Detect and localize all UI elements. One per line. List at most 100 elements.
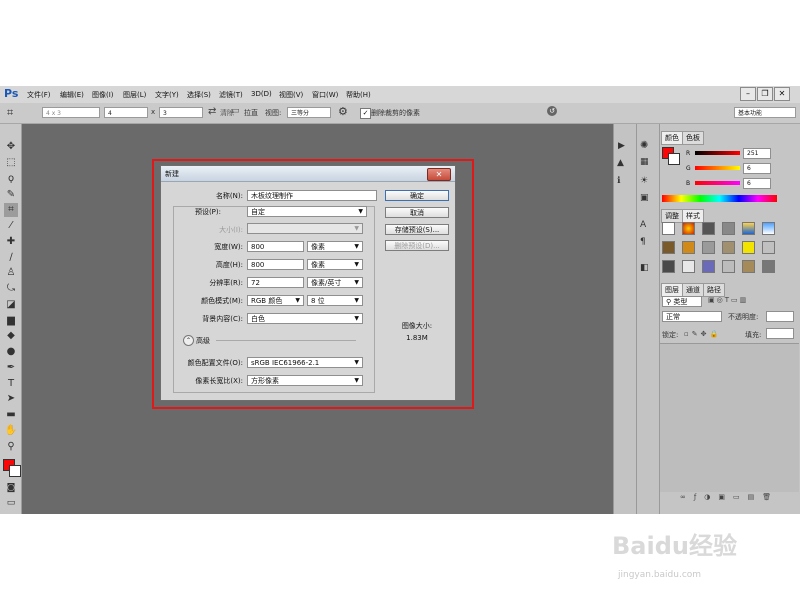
path-select-tool-icon[interactable]: ➤ xyxy=(4,392,18,406)
opacity-field[interactable] xyxy=(766,311,794,322)
style-swatch[interactable] xyxy=(762,260,775,273)
hand-tool-icon[interactable]: ✋ xyxy=(4,424,18,438)
adjust-panel-icon[interactable]: ☀ xyxy=(640,176,648,186)
move-tool-icon[interactable]: ✥ xyxy=(4,140,18,154)
menu-image[interactable]: 图像(I) xyxy=(92,90,114,100)
fill-field[interactable] xyxy=(766,328,794,339)
ratio-select[interactable]: 4 x 3 xyxy=(42,107,100,118)
ratio-width-field[interactable]: 4 xyxy=(104,107,148,118)
gear-icon[interactable]: ⚙ xyxy=(338,105,348,118)
style-swatch[interactable] xyxy=(682,222,695,235)
pixel-aspect-select[interactable]: 方形像素 ▼ xyxy=(247,375,363,386)
g-value-field[interactable]: 6 xyxy=(743,163,771,174)
restore-button[interactable]: ❐ xyxy=(757,87,773,101)
swap-icon[interactable]: ⇄ xyxy=(208,106,216,117)
tab-paths[interactable]: 路径 xyxy=(703,283,725,297)
style-swatch[interactable] xyxy=(682,241,695,254)
width-unit-select[interactable]: 像素 ▼ xyxy=(307,241,363,252)
height-input[interactable]: 800 xyxy=(247,259,304,270)
style-swatch[interactable] xyxy=(662,222,675,235)
g-slider[interactable] xyxy=(695,166,740,170)
menu-select[interactable]: 选择(S) xyxy=(187,90,211,100)
style-swatch[interactable] xyxy=(742,241,755,254)
straighten-icon[interactable]: ▭ xyxy=(231,106,240,116)
dialog-close-button[interactable]: ✕ xyxy=(427,168,451,181)
lock-icons[interactable]: ▫✎✥🔒 xyxy=(684,330,721,338)
style-swatch[interactable] xyxy=(702,222,715,235)
quick-select-tool-icon[interactable]: ✎ xyxy=(4,188,18,202)
history-brush-tool-icon[interactable]: ⤿ xyxy=(4,282,18,296)
resolution-input[interactable]: 72 xyxy=(247,277,304,288)
menu-edit[interactable]: 编辑(E) xyxy=(60,90,84,100)
crop-tool-icon[interactable]: ⌗ xyxy=(4,203,18,217)
style-swatch[interactable] xyxy=(702,260,715,273)
layer-comp-icon[interactable]: ◧ xyxy=(640,263,649,273)
eyedropper-tool-icon[interactable]: ⁄ xyxy=(4,219,18,233)
width-input[interactable]: 800 xyxy=(247,241,304,252)
ratio-height-field[interactable]: 3 xyxy=(159,107,203,118)
preset-select[interactable]: 自定 ▼ xyxy=(247,206,367,217)
screen-mode-icon[interactable]: ▭ xyxy=(4,496,18,510)
histogram-icon[interactable]: ▲ xyxy=(617,158,624,168)
menu-file[interactable]: 文件(F) xyxy=(27,90,51,100)
tab-channels[interactable]: 通道 xyxy=(682,283,704,297)
resolution-unit-select[interactable]: 像素/英寸 ▼ xyxy=(307,277,363,288)
quick-mask-icon[interactable]: ◙ xyxy=(4,481,18,495)
close-button[interactable]: ✕ xyxy=(774,87,790,101)
pen-tool-icon[interactable]: ✒ xyxy=(4,361,18,375)
dodge-tool-icon[interactable]: ● xyxy=(4,345,18,359)
ok-button[interactable]: 确定 xyxy=(385,190,449,201)
stamp-tool-icon[interactable]: ♙ xyxy=(4,266,18,280)
workspace-select[interactable]: 基本功能 xyxy=(734,107,796,118)
layer-kind-filter[interactable]: ⚲ 类型 xyxy=(662,296,702,307)
style-swatch[interactable] xyxy=(762,241,775,254)
gradient-tool-icon[interactable]: ▆ xyxy=(4,314,18,328)
b-slider[interactable] xyxy=(695,181,740,185)
style-swatch[interactable] xyxy=(662,260,675,273)
color-profile-select[interactable]: sRGB IEC61966-2.1 ▼ xyxy=(247,357,363,368)
panel-background-swatch[interactable] xyxy=(668,153,680,165)
menu-type[interactable]: 文字(Y) xyxy=(155,90,179,100)
eraser-tool-icon[interactable]: ◪ xyxy=(4,298,18,312)
menu-layer[interactable]: 图层(L) xyxy=(123,90,146,100)
minimize-button[interactable]: – xyxy=(740,87,756,101)
style-swatch[interactable] xyxy=(722,222,735,235)
style-swatch[interactable] xyxy=(662,241,675,254)
delete-cropped-checkbox[interactable]: ✓ xyxy=(360,108,371,119)
tab-adjustments[interactable]: 调整 xyxy=(661,209,683,223)
zoom-tool-icon[interactable]: ⚲ xyxy=(4,440,18,454)
b-value-field[interactable]: 6 xyxy=(743,178,771,189)
advanced-toggle-icon[interactable]: ⌃ xyxy=(183,335,194,346)
play-icon[interactable]: ▶ xyxy=(618,141,625,151)
style-swatch[interactable] xyxy=(702,241,715,254)
tab-swatches[interactable]: 色板 xyxy=(682,131,704,145)
r-slider[interactable] xyxy=(695,151,740,155)
save-preset-button[interactable]: 存储预设(S)... xyxy=(385,224,449,235)
paragraph-panel-icon[interactable]: ¶ xyxy=(640,237,646,247)
layer-footer-icons[interactable]: ∞ƒ◑▣▭▤🗑 xyxy=(680,493,779,501)
style-swatch[interactable] xyxy=(682,260,695,273)
height-unit-select[interactable]: 像素 ▼ xyxy=(307,259,363,270)
style-swatch[interactable] xyxy=(722,260,735,273)
styles-panel-icon[interactable]: ▣ xyxy=(640,193,649,203)
color-mode-select[interactable]: RGB 颜色 ▼ xyxy=(247,295,304,306)
swatches-panel-icon[interactable]: ▦ xyxy=(640,157,649,167)
blur-tool-icon[interactable]: ◆ xyxy=(4,329,18,343)
view-select[interactable]: 三等分 xyxy=(287,107,331,118)
marquee-tool-icon[interactable]: ⬚ xyxy=(4,156,18,170)
style-swatch[interactable] xyxy=(742,260,755,273)
lasso-tool-icon[interactable]: ϙ xyxy=(4,172,18,186)
style-swatch[interactable] xyxy=(722,241,735,254)
r-value-field[interactable]: 251 xyxy=(743,148,771,159)
menu-help[interactable]: 帮助(H) xyxy=(346,90,371,100)
cancel-button[interactable]: 取消 xyxy=(385,207,449,218)
tab-styles[interactable]: 样式 xyxy=(682,209,704,223)
bit-depth-select[interactable]: 8 位 ▼ xyxy=(307,295,363,306)
background-contents-select[interactable]: 白色 ▼ xyxy=(247,313,363,324)
menu-3d[interactable]: 3D(D) xyxy=(251,90,272,98)
info-icon[interactable]: ℹ xyxy=(617,176,620,186)
name-input[interactable]: 木板纹理制作 xyxy=(247,190,377,201)
tab-color[interactable]: 颜色 xyxy=(661,131,683,145)
reset-icon[interactable]: ↺ xyxy=(547,106,557,116)
brush-tool-icon[interactable]: ∕ xyxy=(4,251,18,265)
